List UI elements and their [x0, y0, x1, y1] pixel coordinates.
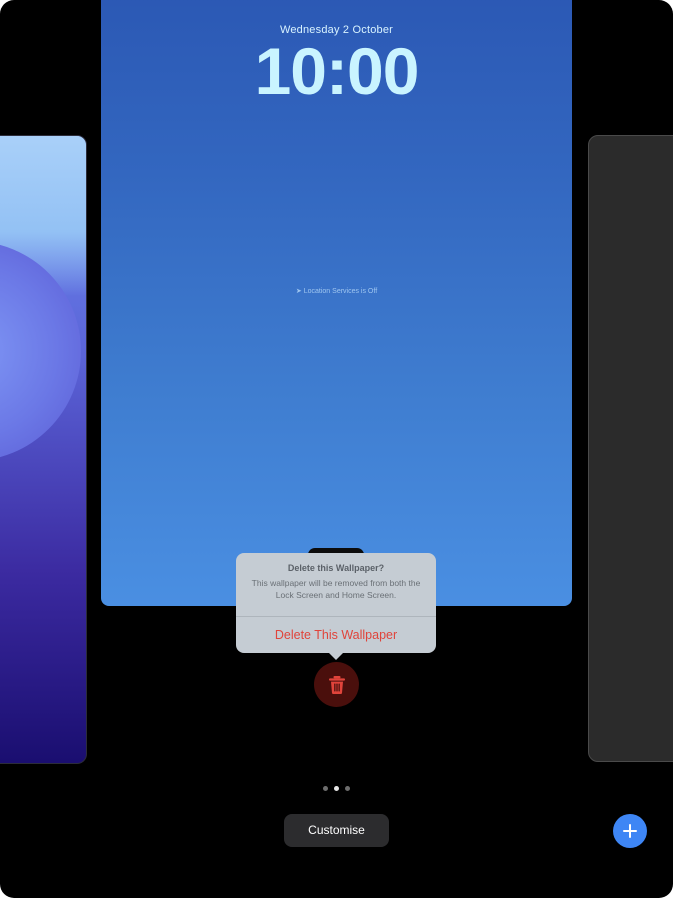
page-dot[interactable] [323, 786, 328, 791]
popover-title: Delete this Wallpaper? [287, 563, 385, 573]
location-notice: ➤ Location Services is Off [101, 287, 572, 295]
page-dot[interactable] [345, 786, 350, 791]
lockscreen-clock: 10:00 [254, 34, 420, 108]
add-wallpaper-button[interactable] [613, 814, 647, 848]
delete-wallpaper-popover: Delete this Wallpaper? This wallpaper wi… [236, 553, 436, 660]
page-indicator[interactable] [0, 786, 673, 791]
location-arrow-icon: ➤ [295, 288, 302, 295]
location-notice-text: Location Services is Off [303, 288, 378, 295]
page-dot-active[interactable] [334, 786, 339, 791]
delete-wallpaper-button[interactable]: Delete This Wallpaper [236, 617, 436, 653]
popover-message: This wallpaper will be removed from both… [251, 578, 421, 600]
wallpaper-card-previous[interactable] [0, 135, 87, 764]
wallpaper-card-current[interactable]: Wednesday 2 October 10:00 ➤ Location Serv… [101, 0, 572, 606]
customise-button[interactable]: Customise [284, 814, 389, 847]
plus-icon [623, 824, 637, 838]
trash-icon [328, 675, 345, 694]
trash-button[interactable] [314, 662, 359, 707]
wallpaper-card-next[interactable] [588, 135, 673, 762]
wallpaper-gallery-screen: Wednesday 2 October 10:00 ➤ Location Serv… [0, 0, 673, 898]
